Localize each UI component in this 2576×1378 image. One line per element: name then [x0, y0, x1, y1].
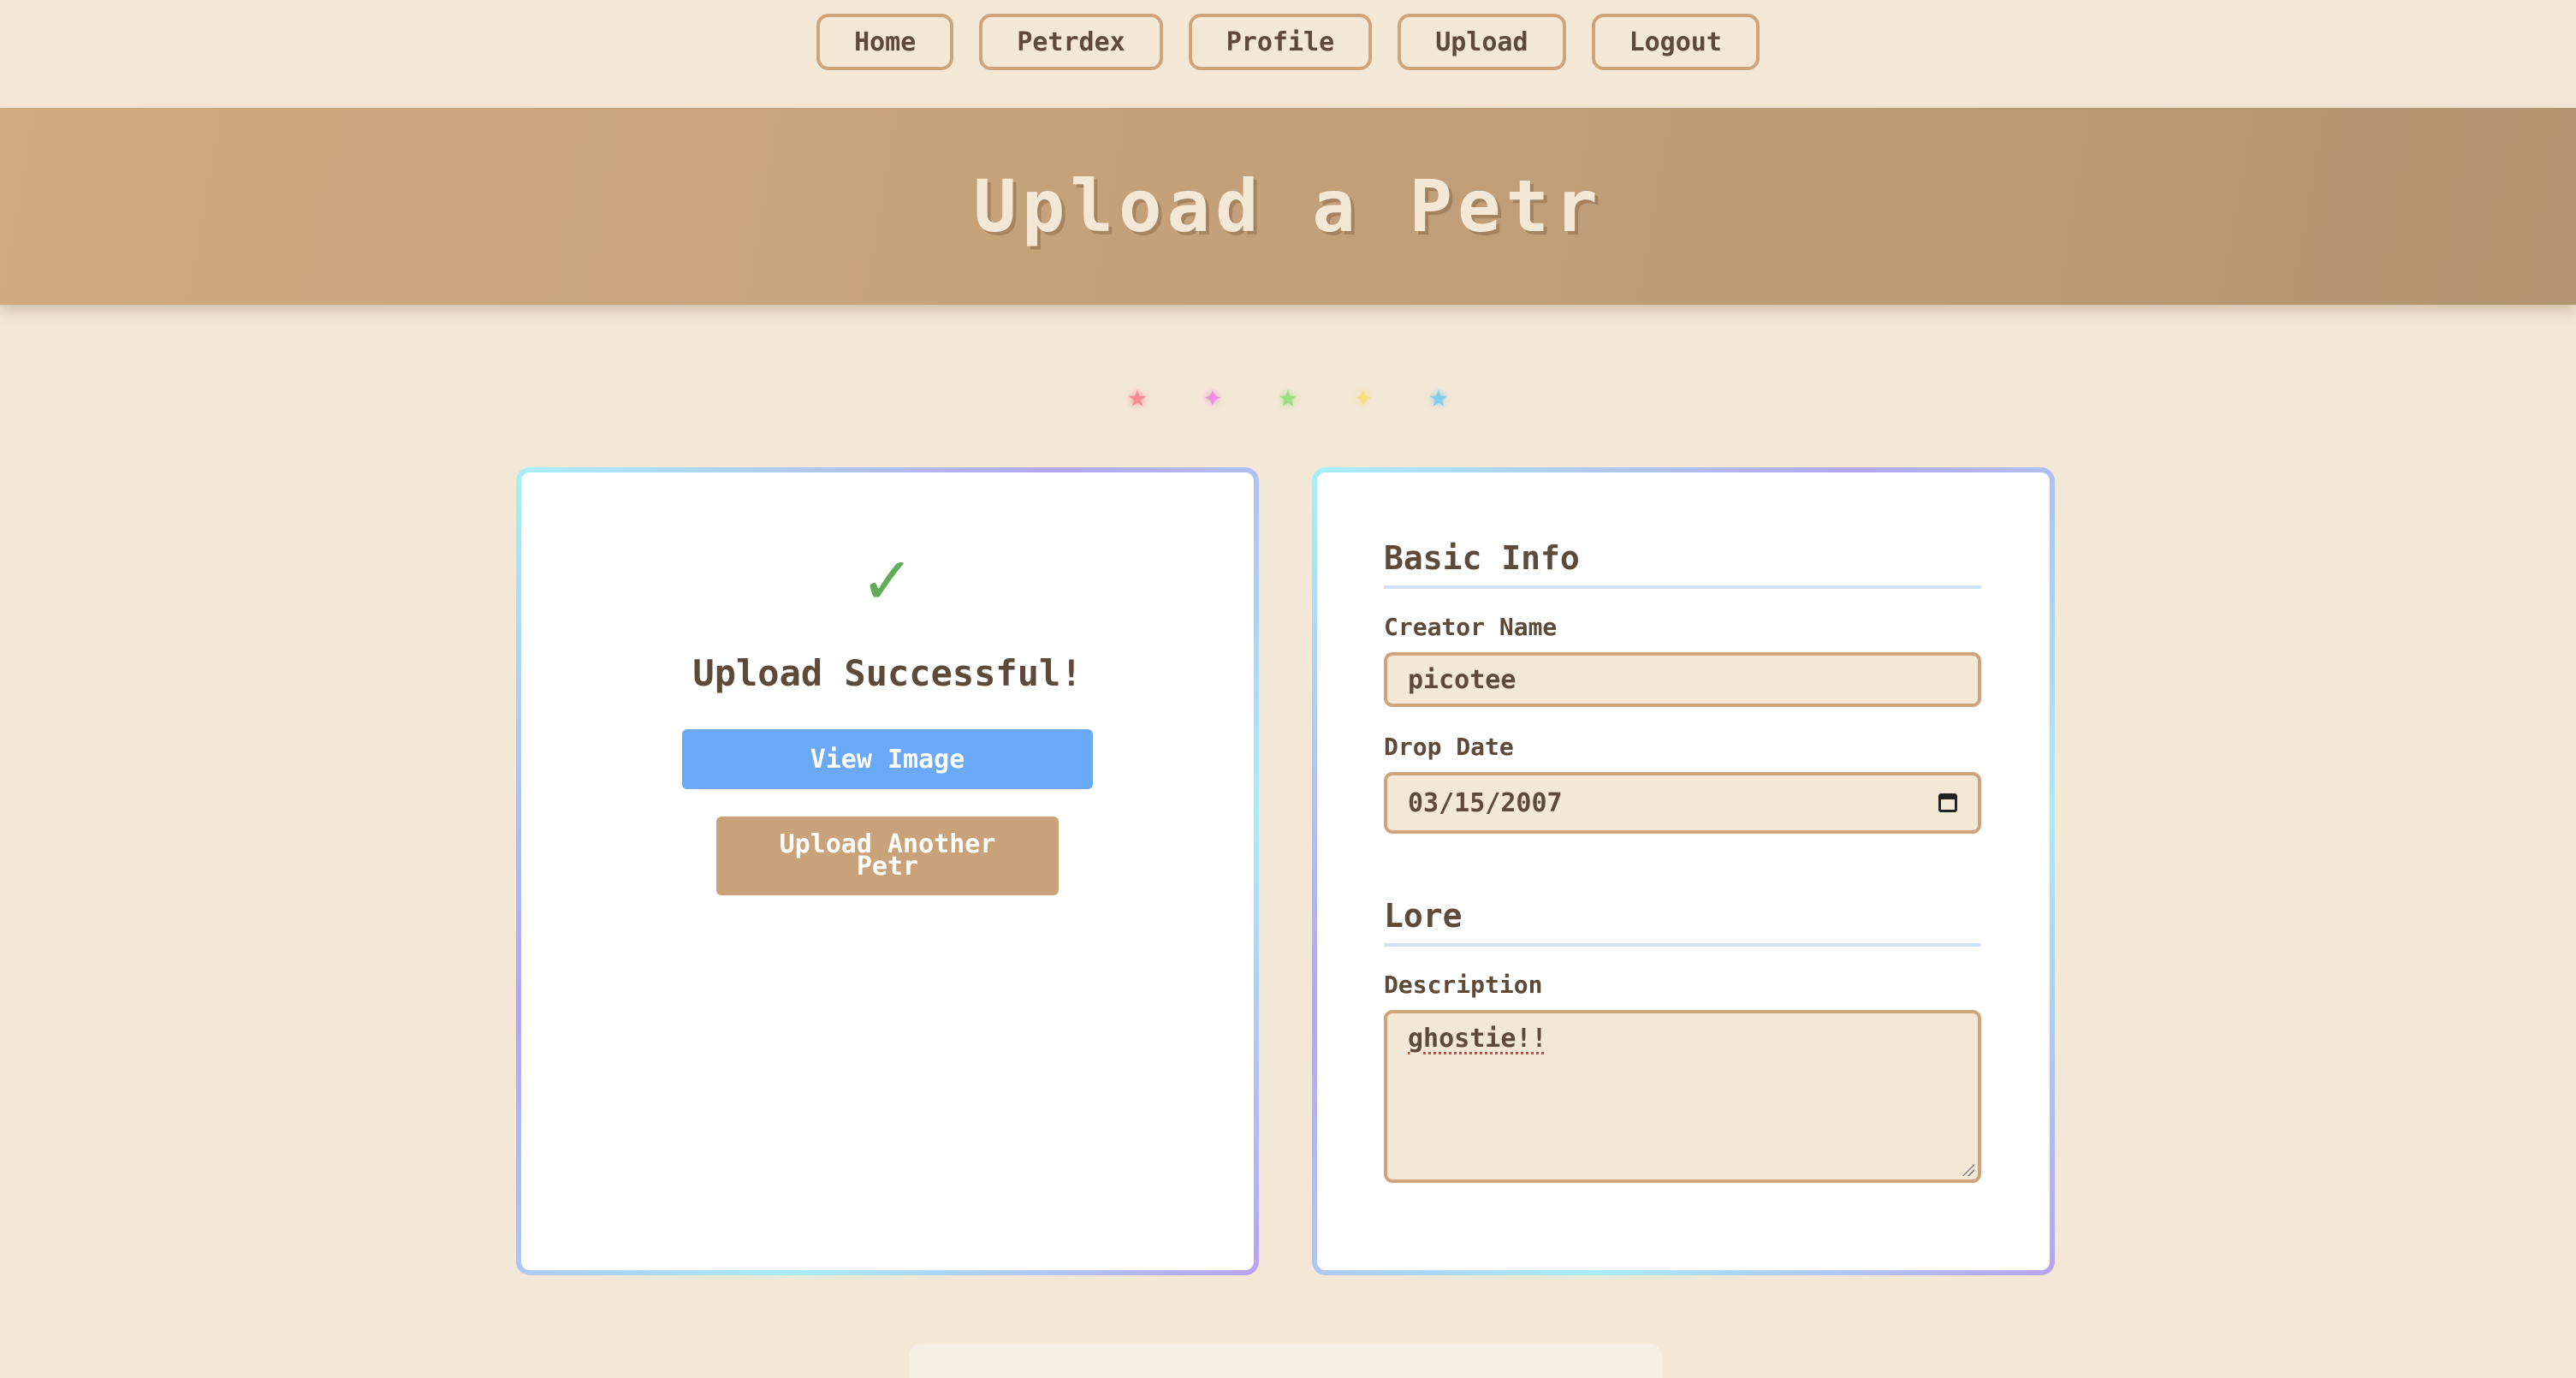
decorative-stars: ★ ✦ ★ ✦ ★	[0, 373, 2576, 418]
drop-date-input[interactable]: 03/15/2007	[1384, 772, 1981, 834]
nav-petrdex-button[interactable]: Petrdex	[979, 14, 1163, 70]
creator-name-value: picotee	[1408, 664, 1517, 695]
page-header-banner: Upload a Petr	[0, 108, 2576, 305]
star-icon-pink: ★	[1127, 377, 1148, 414]
drop-date-label: Drop Date	[1384, 733, 1514, 761]
sparkle-icon-magenta: ✦	[1202, 377, 1223, 414]
nav-home-button[interactable]: Home	[816, 14, 954, 70]
petr-info-card: Basic Info Creator Name picotee Drop Dat…	[1312, 467, 2055, 1275]
drop-date-value: 03/15/2007	[1408, 787, 1563, 818]
bottom-panel	[909, 1344, 1662, 1378]
upload-status-card: ✓ Upload Successful! View Image Upload A…	[516, 467, 1259, 1275]
nav-profile-button[interactable]: Profile	[1188, 14, 1373, 70]
page-title: Upload a Petr	[973, 164, 1603, 248]
creator-name-input[interactable]: picotee	[1384, 652, 1981, 707]
upload-another-button[interactable]: Upload Another Petr	[716, 817, 1059, 895]
nav-upload-button[interactable]: Upload	[1398, 14, 1566, 70]
checkmark-icon: ✓	[860, 543, 915, 619]
top-nav: Home Petrdex Profile Upload Logout	[0, 14, 2576, 74]
lore-heading: Lore	[1384, 897, 1981, 947]
sparkle-icon-yellow: ✦	[1353, 377, 1374, 414]
creator-name-label: Creator Name	[1384, 613, 1558, 641]
view-image-button[interactable]: View Image	[682, 729, 1093, 789]
star-icon-blue: ★	[1428, 377, 1449, 414]
star-icon-green: ★	[1278, 377, 1298, 414]
upload-success-title: Upload Successful!	[692, 652, 1083, 694]
basic-info-heading: Basic Info	[1384, 539, 1981, 589]
description-textarea[interactable]: ghostie!!	[1384, 1010, 1981, 1183]
description-value: ghostie!!	[1408, 1024, 1547, 1054]
calendar-icon[interactable]	[1938, 793, 1957, 812]
nav-logout-button[interactable]: Logout	[1591, 14, 1760, 70]
resize-handle-icon[interactable]	[1961, 1162, 1974, 1176]
description-label: Description	[1384, 971, 1543, 999]
